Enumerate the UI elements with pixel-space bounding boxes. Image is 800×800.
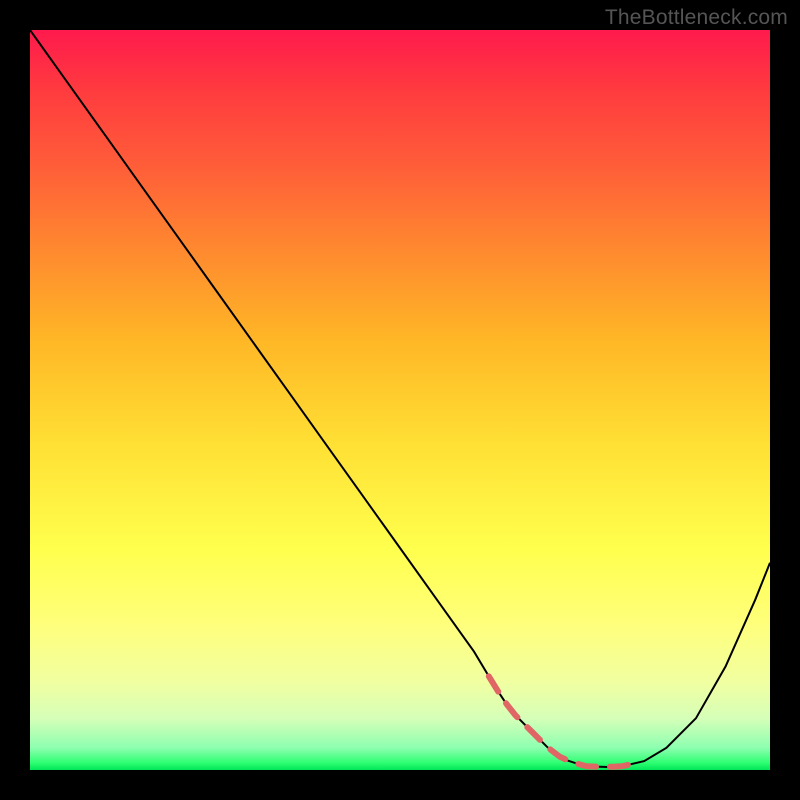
watermark-text: TheBottleneck.com: [605, 6, 788, 30]
optimal-range-dashes: [489, 676, 640, 767]
plot-area: [30, 30, 770, 770]
curve-svg: [30, 30, 770, 770]
chart-frame: TheBottleneck.com: [0, 0, 800, 800]
bottleneck-curve: [30, 30, 770, 767]
